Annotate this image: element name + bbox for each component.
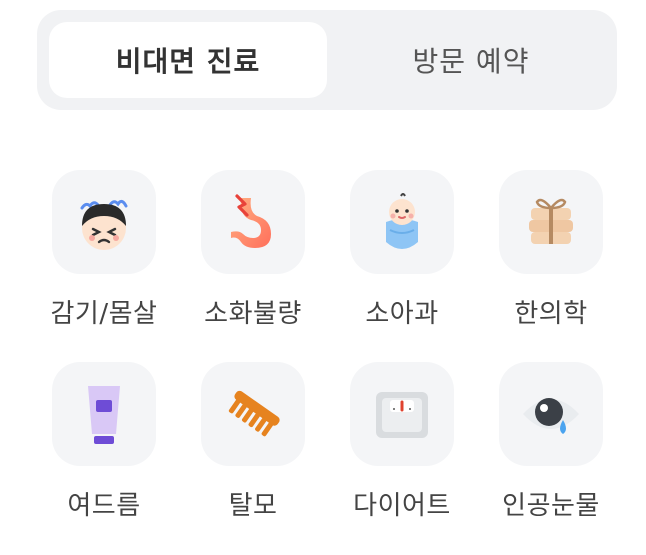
category-cold-flu[interactable] [52,170,156,274]
stomach-icon [231,194,271,248]
tab-visit-reservation[interactable]: 방문 예약 [337,22,605,98]
scale-icon [376,392,428,438]
sick-face-icon [80,199,128,250]
category-label-hair-loss: 탈모 [228,491,278,521]
eye-drop-icon [523,398,579,434]
category-indigestion[interactable] [201,170,305,274]
category-label-oriental-medicine: 한의학 [514,299,588,329]
category-pediatrics[interactable] [350,170,454,274]
baby-icon [386,193,418,249]
category-label-pediatrics: 소아과 [365,299,439,329]
tab-telemedicine[interactable]: 비대면 진료 [49,22,327,98]
comb-icon [228,390,280,437]
category-label-artificial-tears: 인공눈물 [502,491,600,521]
category-artificial-tears[interactable] [499,362,603,466]
herbal-medicine-icon [529,198,573,244]
category-hair-loss[interactable] [201,362,305,466]
cream-tube-icon [88,386,120,444]
consultation-type-toggle: 비대면 진료 방문 예약 [37,10,617,110]
category-label-indigestion: 소화불량 [204,299,302,329]
category-diet[interactable] [350,362,454,466]
category-label-acne: 여드름 [67,491,141,521]
category-label-diet: 다이어트 [353,491,451,521]
category-acne[interactable] [52,362,156,466]
category-oriental-medicine[interactable] [499,170,603,274]
category-label-cold-flu: 감기/몸살 [50,299,158,329]
